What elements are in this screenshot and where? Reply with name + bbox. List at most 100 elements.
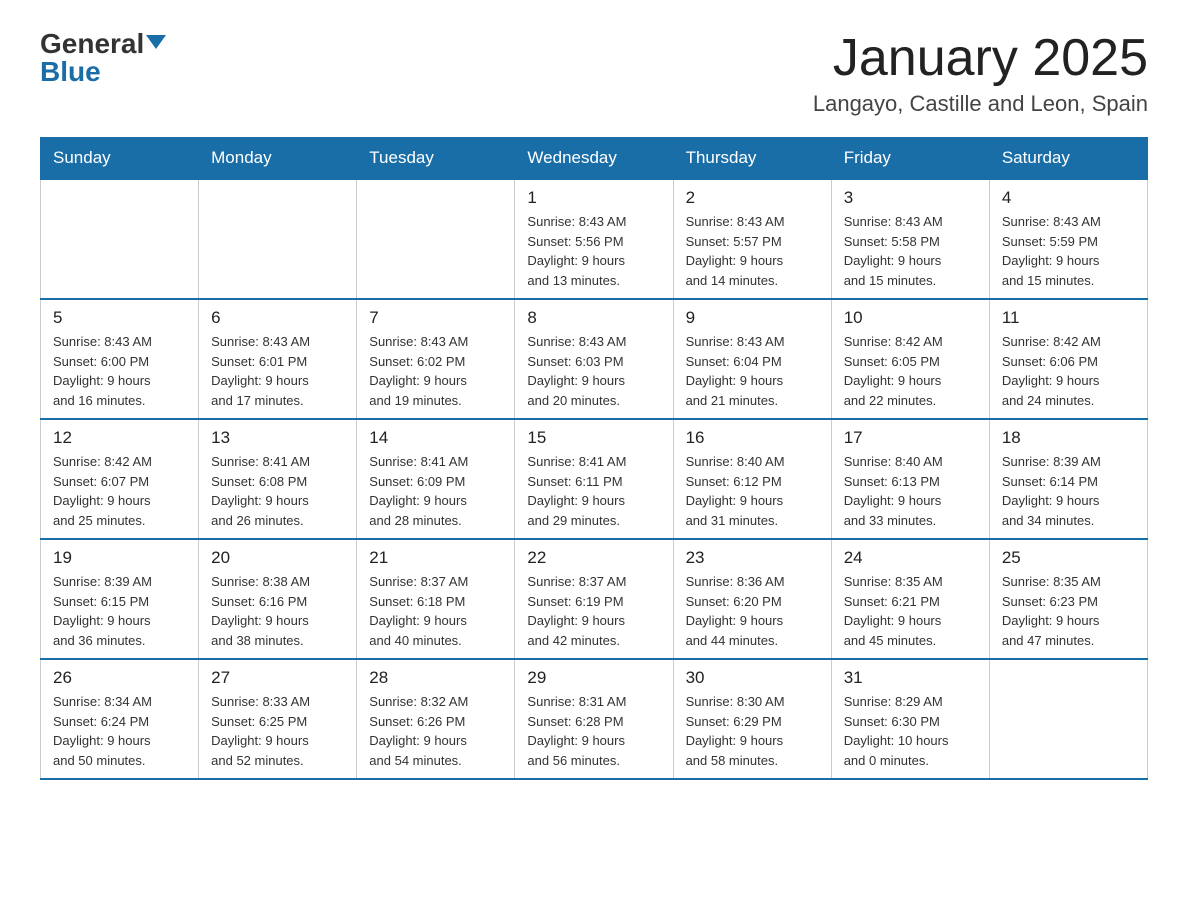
day-info: Sunrise: 8:42 AM Sunset: 6:06 PM Dayligh…: [1002, 332, 1135, 410]
day-info: Sunrise: 8:37 AM Sunset: 6:18 PM Dayligh…: [369, 572, 502, 650]
table-row: 8 Sunrise: 8:43 AM Sunset: 6:03 PM Daylig…: [515, 299, 673, 419]
table-row: [989, 659, 1147, 779]
calendar-week-row: 1 Sunrise: 8:43 AM Sunset: 5:56 PM Daylig…: [41, 179, 1148, 299]
table-row: 10 Sunrise: 8:42 AM Sunset: 6:05 PM Dayli…: [831, 299, 989, 419]
header-wednesday: Wednesday: [515, 138, 673, 180]
day-number: 5: [53, 308, 186, 328]
day-info: Sunrise: 8:42 AM Sunset: 6:05 PM Dayligh…: [844, 332, 977, 410]
header-friday: Friday: [831, 138, 989, 180]
day-info: Sunrise: 8:43 AM Sunset: 5:58 PM Dayligh…: [844, 212, 977, 290]
calendar-week-row: 19 Sunrise: 8:39 AM Sunset: 6:15 PM Dayli…: [41, 539, 1148, 659]
table-row: 7 Sunrise: 8:43 AM Sunset: 6:02 PM Daylig…: [357, 299, 515, 419]
logo-triangle-icon: [146, 35, 166, 49]
table-row: [357, 179, 515, 299]
table-row: 3 Sunrise: 8:43 AM Sunset: 5:58 PM Daylig…: [831, 179, 989, 299]
day-number: 11: [1002, 308, 1135, 328]
day-info: Sunrise: 8:40 AM Sunset: 6:13 PM Dayligh…: [844, 452, 977, 530]
header-monday: Monday: [199, 138, 357, 180]
day-info: Sunrise: 8:41 AM Sunset: 6:11 PM Dayligh…: [527, 452, 660, 530]
day-info: Sunrise: 8:43 AM Sunset: 5:56 PM Dayligh…: [527, 212, 660, 290]
table-row: 31 Sunrise: 8:29 AM Sunset: 6:30 PM Dayli…: [831, 659, 989, 779]
day-number: 20: [211, 548, 344, 568]
table-row: 22Sunrise: 8:37 AM Sunset: 6:19 PM Dayli…: [515, 539, 673, 659]
day-info: Sunrise: 8:35 AM Sunset: 6:23 PM Dayligh…: [1002, 572, 1135, 650]
calendar-week-row: 5 Sunrise: 8:43 AM Sunset: 6:00 PM Daylig…: [41, 299, 1148, 419]
day-number: 12: [53, 428, 186, 448]
day-number: 14: [369, 428, 502, 448]
table-row: 14 Sunrise: 8:41 AM Sunset: 6:09 PM Dayli…: [357, 419, 515, 539]
day-info: Sunrise: 8:43 AM Sunset: 6:03 PM Dayligh…: [527, 332, 660, 410]
table-row: 29 Sunrise: 8:31 AM Sunset: 6:28 PM Dayli…: [515, 659, 673, 779]
table-row: 4 Sunrise: 8:43 AM Sunset: 5:59 PM Daylig…: [989, 179, 1147, 299]
day-number: 6: [211, 308, 344, 328]
day-number: 21: [369, 548, 502, 568]
table-row: 5 Sunrise: 8:43 AM Sunset: 6:00 PM Daylig…: [41, 299, 199, 419]
header-saturday: Saturday: [989, 138, 1147, 180]
day-number: 7: [369, 308, 502, 328]
header-tuesday: Tuesday: [357, 138, 515, 180]
day-info: Sunrise: 8:29 AM Sunset: 6:30 PM Dayligh…: [844, 692, 977, 770]
table-row: 24 Sunrise: 8:35 AM Sunset: 6:21 PM Dayli…: [831, 539, 989, 659]
table-row: 11 Sunrise: 8:42 AM Sunset: 6:06 PM Dayli…: [989, 299, 1147, 419]
table-row: 30 Sunrise: 8:30 AM Sunset: 6:29 PM Dayli…: [673, 659, 831, 779]
table-row: 2Sunrise: 8:43 AM Sunset: 5:57 PM Daylig…: [673, 179, 831, 299]
table-row: 21 Sunrise: 8:37 AM Sunset: 6:18 PM Dayli…: [357, 539, 515, 659]
day-number: 3: [844, 188, 977, 208]
day-info: Sunrise: 8:34 AM Sunset: 6:24 PM Dayligh…: [53, 692, 186, 770]
day-number: 4: [1002, 188, 1135, 208]
title-section: January 2025 Langayo, Castille and Leon,…: [813, 30, 1148, 117]
table-row: 6 Sunrise: 8:43 AM Sunset: 6:01 PM Daylig…: [199, 299, 357, 419]
table-row: 9Sunrise: 8:43 AM Sunset: 6:04 PM Daylig…: [673, 299, 831, 419]
day-info: Sunrise: 8:39 AM Sunset: 6:14 PM Dayligh…: [1002, 452, 1135, 530]
header-sunday: Sunday: [41, 138, 199, 180]
day-info: Sunrise: 8:30 AM Sunset: 6:29 PM Dayligh…: [686, 692, 819, 770]
table-row: 16Sunrise: 8:40 AM Sunset: 6:12 PM Dayli…: [673, 419, 831, 539]
day-number: 16: [686, 428, 819, 448]
day-number: 24: [844, 548, 977, 568]
day-info: Sunrise: 8:43 AM Sunset: 6:02 PM Dayligh…: [369, 332, 502, 410]
table-row: [199, 179, 357, 299]
day-info: Sunrise: 8:42 AM Sunset: 6:07 PM Dayligh…: [53, 452, 186, 530]
table-row: 17 Sunrise: 8:40 AM Sunset: 6:13 PM Dayli…: [831, 419, 989, 539]
day-number: 9: [686, 308, 819, 328]
day-number: 8: [527, 308, 660, 328]
table-row: 19 Sunrise: 8:39 AM Sunset: 6:15 PM Dayli…: [41, 539, 199, 659]
day-info: Sunrise: 8:31 AM Sunset: 6:28 PM Dayligh…: [527, 692, 660, 770]
day-info: Sunrise: 8:43 AM Sunset: 6:01 PM Dayligh…: [211, 332, 344, 410]
table-row: 25Sunrise: 8:35 AM Sunset: 6:23 PM Dayli…: [989, 539, 1147, 659]
table-row: 15 Sunrise: 8:41 AM Sunset: 6:11 PM Dayli…: [515, 419, 673, 539]
table-row: 26Sunrise: 8:34 AM Sunset: 6:24 PM Dayli…: [41, 659, 199, 779]
table-row: 13 Sunrise: 8:41 AM Sunset: 6:08 PM Dayli…: [199, 419, 357, 539]
day-info: Sunrise: 8:43 AM Sunset: 5:59 PM Dayligh…: [1002, 212, 1135, 290]
table-row: 20Sunrise: 8:38 AM Sunset: 6:16 PM Dayli…: [199, 539, 357, 659]
logo: General Blue: [40, 30, 166, 86]
day-number: 2: [686, 188, 819, 208]
day-number: 10: [844, 308, 977, 328]
day-info: Sunrise: 8:39 AM Sunset: 6:15 PM Dayligh…: [53, 572, 186, 650]
calendar-header-row: Sunday Monday Tuesday Wednesday Thursday…: [41, 138, 1148, 180]
calendar-week-row: 12 Sunrise: 8:42 AM Sunset: 6:07 PM Dayli…: [41, 419, 1148, 539]
day-number: 29: [527, 668, 660, 688]
day-number: 28: [369, 668, 502, 688]
day-number: 31: [844, 668, 977, 688]
day-number: 23: [686, 548, 819, 568]
day-info: Sunrise: 8:41 AM Sunset: 6:08 PM Dayligh…: [211, 452, 344, 530]
calendar-week-row: 26Sunrise: 8:34 AM Sunset: 6:24 PM Dayli…: [41, 659, 1148, 779]
day-info: Sunrise: 8:35 AM Sunset: 6:21 PM Dayligh…: [844, 572, 977, 650]
day-number: 18: [1002, 428, 1135, 448]
day-number: 13: [211, 428, 344, 448]
table-row: 28 Sunrise: 8:32 AM Sunset: 6:26 PM Dayli…: [357, 659, 515, 779]
day-info: Sunrise: 8:36 AM Sunset: 6:20 PM Dayligh…: [686, 572, 819, 650]
day-number: 15: [527, 428, 660, 448]
day-number: 1: [527, 188, 660, 208]
day-number: 17: [844, 428, 977, 448]
table-row: 18 Sunrise: 8:39 AM Sunset: 6:14 PM Dayli…: [989, 419, 1147, 539]
table-row: 23 Sunrise: 8:36 AM Sunset: 6:20 PM Dayli…: [673, 539, 831, 659]
day-number: 30: [686, 668, 819, 688]
day-info: Sunrise: 8:32 AM Sunset: 6:26 PM Dayligh…: [369, 692, 502, 770]
day-number: 19: [53, 548, 186, 568]
page-header: General Blue January 2025 Langayo, Casti…: [40, 30, 1148, 117]
day-info: Sunrise: 8:41 AM Sunset: 6:09 PM Dayligh…: [369, 452, 502, 530]
day-info: Sunrise: 8:43 AM Sunset: 6:00 PM Dayligh…: [53, 332, 186, 410]
month-title: January 2025: [813, 30, 1148, 87]
